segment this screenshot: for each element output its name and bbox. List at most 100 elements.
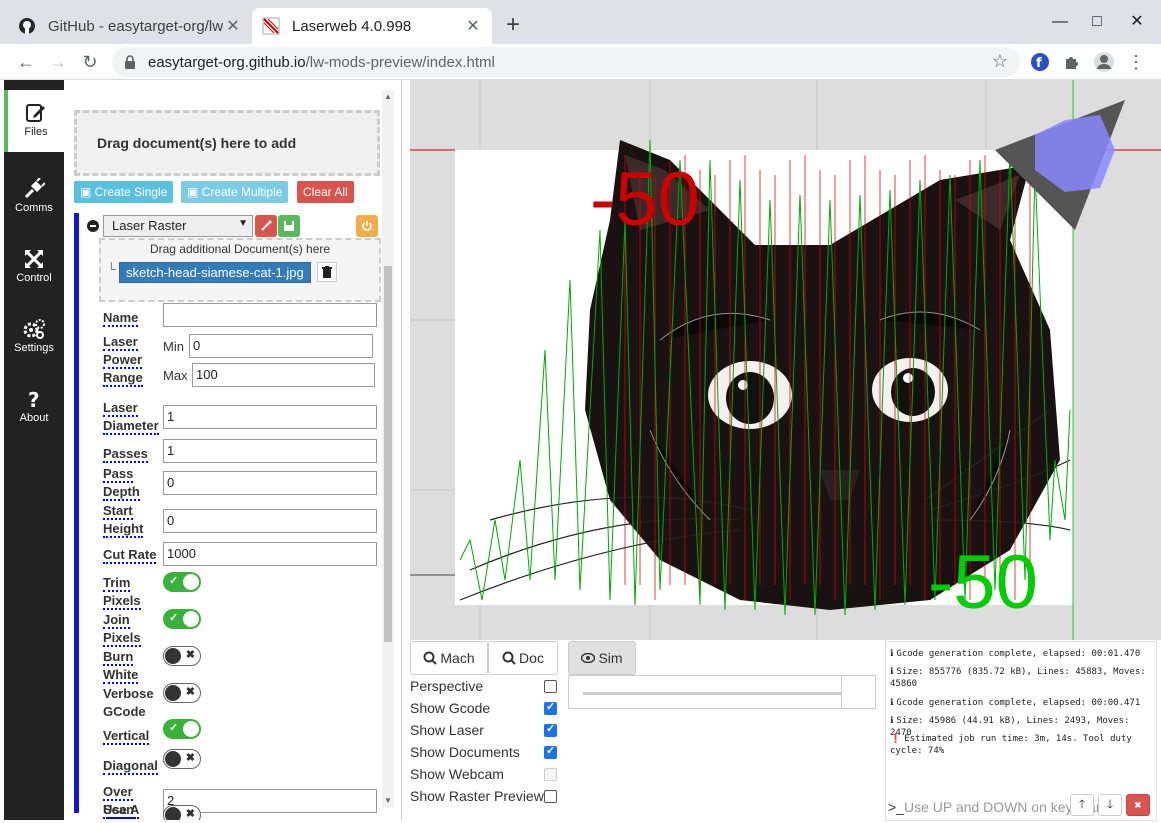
- join-pixels-toggle[interactable]: ✓: [163, 609, 201, 629]
- document-dropzone[interactable]: Drag document(s) here to add: [74, 110, 380, 176]
- workspace-canvas[interactable]: -50 -50: [410, 80, 1161, 640]
- slider-thumb[interactable]: [841, 676, 875, 708]
- document-chip[interactable]: sketch-head-siamese-cat-1.jpg: [119, 262, 311, 283]
- show-webcam-checkbox[interactable]: [544, 768, 557, 781]
- option-show-raster-preview[interactable]: Show Raster Preview: [410, 788, 558, 804]
- field-label: Verbose GCode: [103, 685, 161, 721]
- mach-view-button[interactable]: Mach: [410, 641, 488, 675]
- history-down-button[interactable]: 🡓: [1098, 794, 1122, 816]
- history-up-button[interactable]: 🡑: [1070, 794, 1094, 816]
- laser-diameter-input[interactable]: 1: [163, 405, 377, 429]
- create-single-label: Create Single: [94, 185, 168, 199]
- save-operation-button[interactable]: [278, 215, 300, 237]
- create-multiple-icon: ▣: [187, 185, 202, 199]
- address-bar[interactable]: easytarget-org.github.io/lw-mods-preview…: [112, 47, 1020, 77]
- clear-console-button[interactable]: ✖: [1126, 794, 1150, 816]
- bookmark-star-icon[interactable]: ☆: [992, 51, 1008, 72]
- scrollbar-thumb[interactable]: [384, 266, 392, 642]
- diagonal-toggle[interactable]: ✖: [163, 749, 201, 769]
- toggle-knob: [183, 611, 199, 627]
- option-show-gcode[interactable]: Show Gcode: [410, 700, 558, 716]
- field-cut-rate: Cut Rate 1000: [103, 542, 381, 570]
- panel-scrollbar[interactable]: ▲ ▼: [382, 90, 394, 808]
- field-label: Vertical: [103, 727, 161, 745]
- back-icon[interactable]: ←: [12, 48, 40, 76]
- field-diagonal: Diagonal ✖: [103, 749, 381, 779]
- forward-icon[interactable]: →: [44, 48, 72, 76]
- scroll-up-icon[interactable]: ▲: [384, 92, 392, 101]
- field-label: Laser Power Range: [103, 333, 161, 387]
- lock-icon: [124, 55, 136, 69]
- operation-type-select[interactable]: Laser Raster ▼: [103, 215, 253, 237]
- doc-view-button[interactable]: Doc: [488, 641, 558, 675]
- doc-drop-text: Drag additional Document(s) here: [149, 242, 331, 256]
- maximize-icon[interactable]: □: [1082, 10, 1112, 34]
- show-raster-preview-checkbox[interactable]: [544, 790, 557, 803]
- field-vertical: Vertical ✓: [103, 719, 381, 751]
- generate-gcode-button[interactable]: [255, 215, 277, 237]
- puzzle-extensions-icon[interactable]: [1060, 50, 1084, 74]
- profile-avatar-icon[interactable]: [1092, 50, 1116, 74]
- x-icon: ✖: [185, 752, 195, 764]
- option-label: Show Gcode: [410, 700, 491, 716]
- create-multiple-button[interactable]: ▣ Create Multiple: [181, 181, 289, 203]
- cut-rate-input[interactable]: 1000: [163, 542, 377, 566]
- remove-document-button[interactable]: [317, 262, 337, 282]
- pass-depth-input[interactable]: 0: [163, 471, 377, 495]
- field-passes: Passes 1: [103, 439, 381, 467]
- toggle-operation-button[interactable]: [356, 215, 378, 237]
- new-tab-button[interactable]: +: [500, 12, 526, 38]
- power-max-input[interactable]: 100: [192, 363, 375, 387]
- additional-document-dropzone[interactable]: Drag additional Document(s) here └ sketc…: [99, 238, 381, 302]
- option-show-laser[interactable]: Show Laser: [410, 722, 558, 738]
- sidebar-item-files[interactable]: Files: [4, 90, 64, 152]
- slider-track: [583, 692, 843, 695]
- collapse-operation-icon[interactable]: [87, 220, 99, 232]
- name-input[interactable]: [163, 303, 377, 327]
- use-a-toggle[interactable]: ✖: [163, 805, 201, 820]
- extension-f-icon[interactable]: f: [1028, 50, 1052, 74]
- power-min-input[interactable]: 0: [189, 334, 373, 358]
- option-perspective[interactable]: Perspective: [410, 678, 558, 694]
- files-panel: Drag document(s) here to add ▣ Create Si…: [64, 80, 402, 820]
- label-text: Vertical: [103, 728, 150, 745]
- close-tab-icon[interactable]: ✕: [224, 16, 242, 36]
- trim-pixels-toggle[interactable]: ✓: [163, 572, 201, 592]
- sidebar-item-control[interactable]: Control: [4, 236, 64, 298]
- sidebar-item-settings[interactable]: Settings: [4, 306, 64, 368]
- field-label: Laser Diameter: [103, 399, 161, 435]
- simulation-slider[interactable]: [568, 675, 876, 709]
- toggle-knob: [165, 751, 181, 767]
- plug-icon: [24, 178, 45, 199]
- tab-title: GitHub - easytarget-org/lw-mods-preview: [48, 17, 224, 35]
- option-show-webcam[interactable]: Show Webcam: [410, 766, 558, 782]
- sidebar-item-comms[interactable]: Comms: [4, 166, 64, 228]
- tab-github[interactable]: GitHub - easytarget-org/lw-mods-preview …: [8, 8, 252, 44]
- close-window-icon[interactable]: ✕: [1122, 10, 1152, 34]
- clear-all-button[interactable]: Clear All: [297, 181, 354, 203]
- option-show-documents[interactable]: Show Documents: [410, 744, 558, 760]
- verbose-gcode-toggle[interactable]: ✖: [163, 683, 201, 703]
- show-laser-checkbox[interactable]: [544, 722, 557, 737]
- sidebar-item-about[interactable]: ? About: [4, 376, 64, 438]
- vertical-toggle[interactable]: ✓: [163, 719, 201, 739]
- passes-input[interactable]: 1: [163, 439, 377, 463]
- show-gcode-checkbox[interactable]: [544, 700, 557, 715]
- close-tab-icon[interactable]: ✕: [464, 16, 482, 36]
- field-label: Diagonal: [103, 757, 161, 775]
- mach-label: Mach: [440, 650, 475, 666]
- start-height-input[interactable]: 0: [163, 509, 377, 533]
- field-label: Use A: [103, 801, 161, 819]
- perspective-checkbox[interactable]: [544, 680, 557, 693]
- scroll-down-icon[interactable]: ▼: [384, 796, 392, 805]
- info-icon: ℹ: [890, 698, 894, 708]
- browser-menu-icon[interactable]: ⋮: [1124, 50, 1148, 74]
- field-label: Burn White: [103, 648, 161, 684]
- burn-white-toggle[interactable]: ✖: [163, 646, 201, 666]
- show-documents-checkbox[interactable]: [544, 744, 557, 759]
- minimize-icon[interactable]: —: [1045, 10, 1075, 34]
- tab-laserweb[interactable]: Laserweb 4.0.998 ✕: [252, 8, 492, 44]
- sim-view-button[interactable]: Sim: [568, 641, 636, 675]
- reload-icon[interactable]: ↻: [76, 48, 104, 76]
- create-single-button[interactable]: ▣ Create Single: [74, 181, 174, 203]
